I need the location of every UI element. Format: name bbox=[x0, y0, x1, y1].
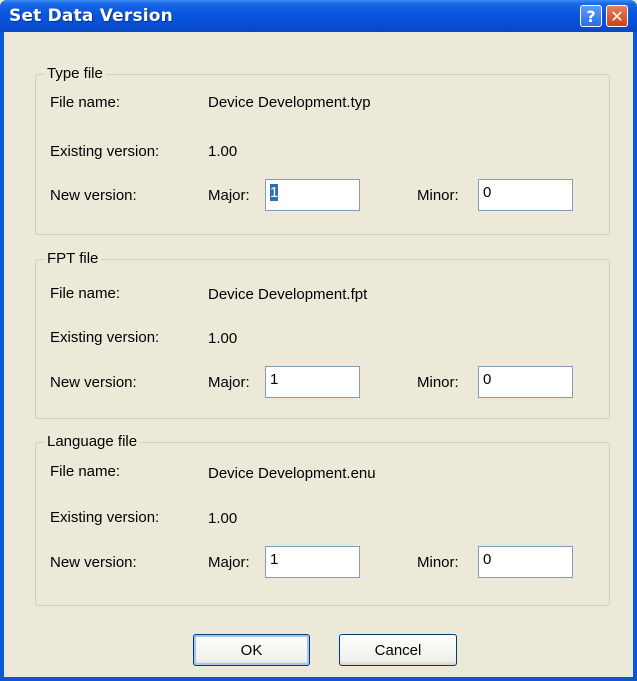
help-button[interactable]: ? bbox=[580, 5, 602, 27]
ok-button[interactable]: OK bbox=[193, 634, 310, 666]
existing-version-label: Existing version: bbox=[50, 143, 160, 160]
new-version-label: New version: bbox=[50, 374, 137, 391]
language-minor-input[interactable]: 0 bbox=[478, 546, 573, 578]
file-name-label: File name: bbox=[50, 285, 121, 302]
type-minor-input[interactable]: 0 bbox=[478, 179, 573, 211]
file-name-value: Device Development.typ bbox=[208, 94, 371, 111]
minor-label: Minor: bbox=[417, 187, 459, 204]
dialog-window: Set Data Version ? ✕ Type file File name… bbox=[0, 0, 637, 681]
group-title: Language file bbox=[44, 433, 141, 450]
close-icon: ✕ bbox=[610, 6, 624, 26]
existing-version-value: 1.00 bbox=[208, 510, 238, 527]
existing-version-label: Existing version: bbox=[50, 509, 160, 526]
existing-version-label: Existing version: bbox=[50, 329, 160, 346]
help-icon: ? bbox=[586, 6, 596, 26]
major-label: Major: bbox=[208, 374, 250, 391]
title-bar[interactable]: Set Data Version ? ✕ bbox=[0, 0, 637, 32]
major-value-selected: 1 bbox=[270, 184, 279, 201]
major-label: Major: bbox=[208, 187, 250, 204]
close-button[interactable]: ✕ bbox=[606, 5, 628, 27]
file-name-label: File name: bbox=[50, 94, 121, 111]
minor-label: Minor: bbox=[417, 554, 459, 571]
fpt-major-input[interactable]: 1 bbox=[265, 366, 360, 398]
minor-label: Minor: bbox=[417, 374, 459, 391]
major-label: Major: bbox=[208, 554, 250, 571]
new-version-label: New version: bbox=[50, 187, 137, 204]
existing-version-value: 1.00 bbox=[208, 330, 238, 347]
existing-version-value: 1.00 bbox=[208, 143, 238, 160]
file-name-value: Device Development.enu bbox=[208, 465, 376, 482]
file-name-label: File name: bbox=[50, 463, 121, 480]
fpt-minor-input[interactable]: 0 bbox=[478, 366, 573, 398]
dialog-body: Type file File name: Device Development.… bbox=[4, 32, 633, 677]
file-name-value: Device Development.fpt bbox=[208, 286, 368, 303]
language-major-input[interactable]: 1 bbox=[265, 546, 360, 578]
group-title: Type file bbox=[44, 65, 106, 82]
group-title: FPT file bbox=[44, 250, 102, 267]
cancel-button[interactable]: Cancel bbox=[339, 634, 457, 666]
new-version-label: New version: bbox=[50, 554, 137, 571]
type-major-input[interactable]: 1 bbox=[265, 179, 360, 211]
dialog-title: Set Data Version bbox=[9, 6, 173, 26]
